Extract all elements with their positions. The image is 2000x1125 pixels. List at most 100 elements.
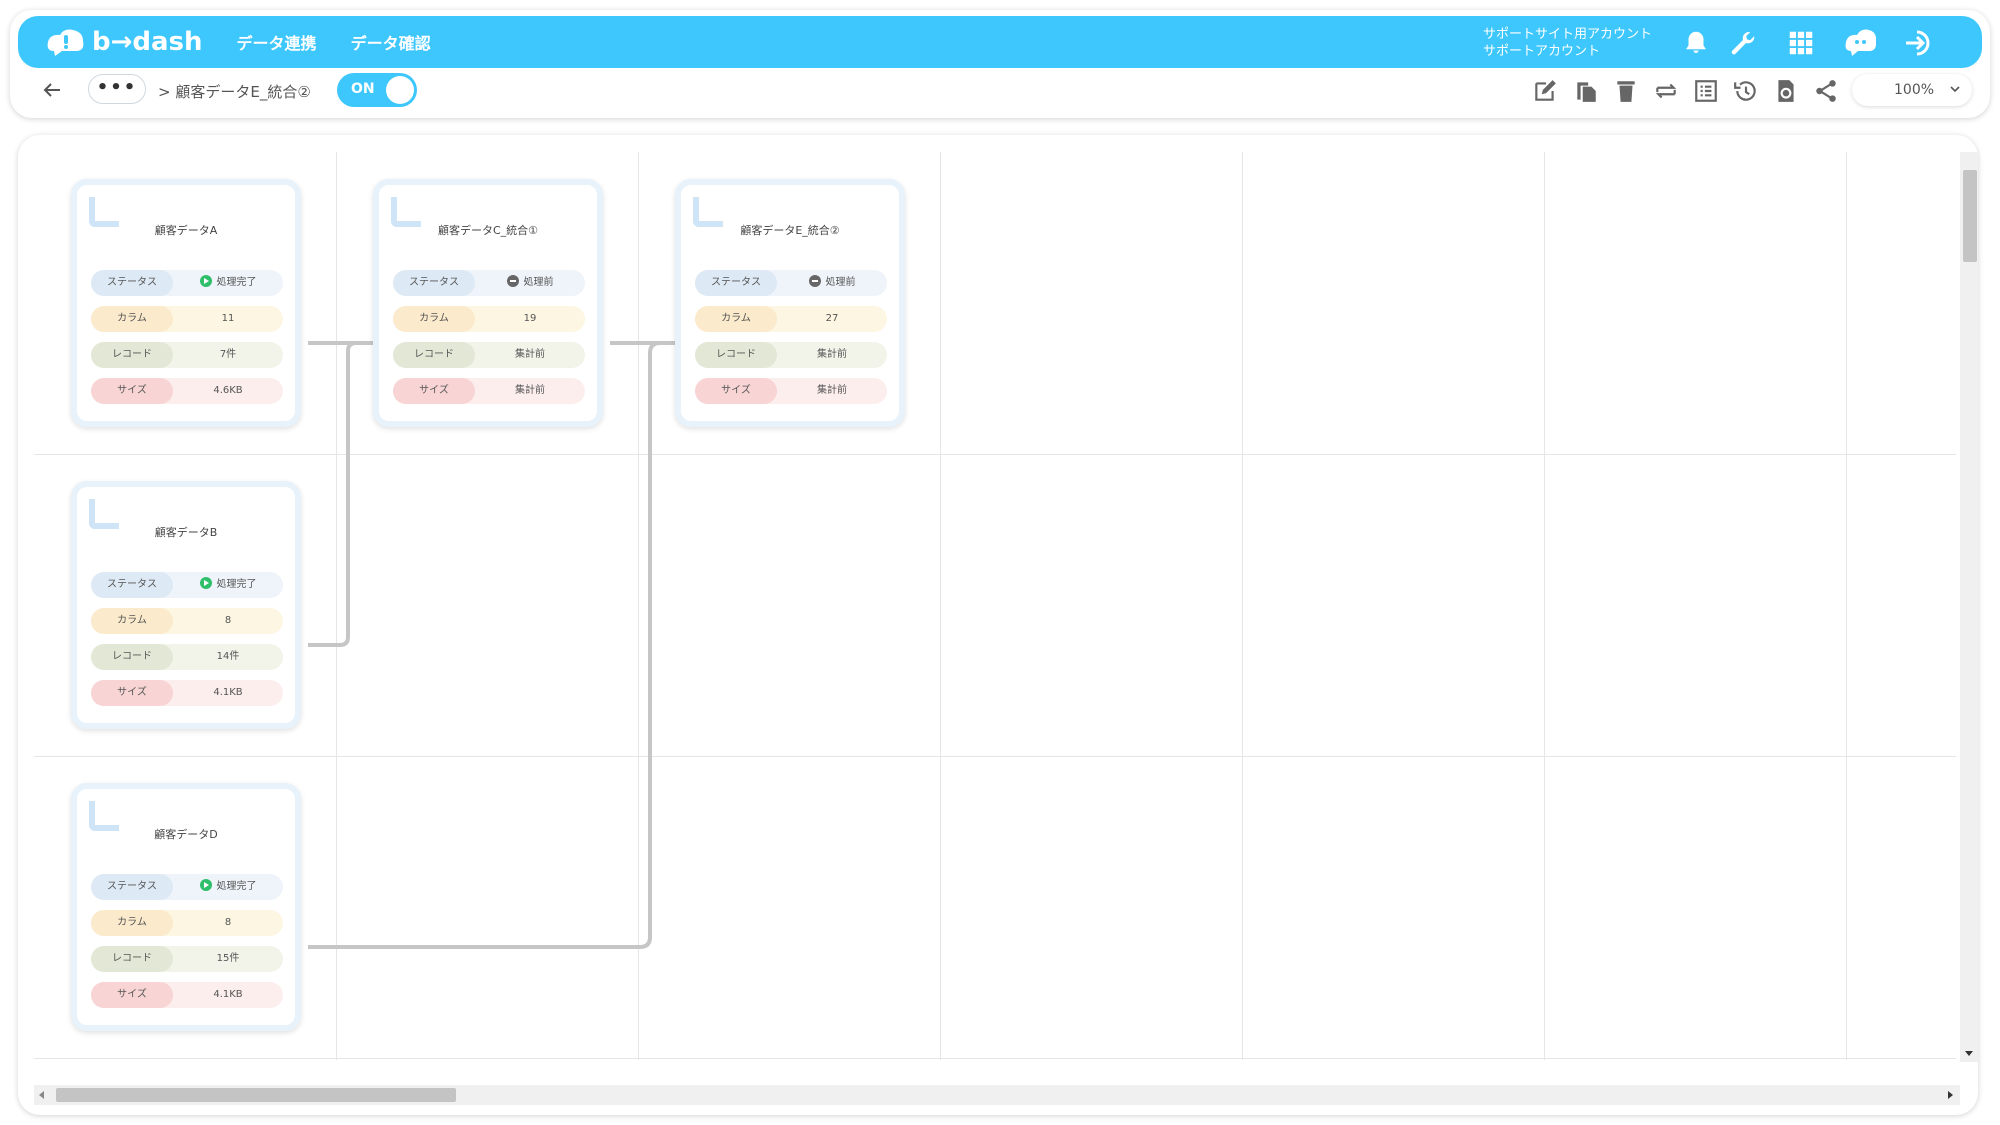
- column-value: 19: [523, 313, 537, 324]
- connector-d-to-e: [308, 341, 684, 949]
- header-bar: b→dash データ連携 データ確認 サポートサイト用アカウント サポートアカウ…: [18, 16, 1982, 68]
- history-icon[interactable]: [1733, 78, 1759, 104]
- logo-cloud-icon: [46, 27, 86, 57]
- size-label: サイズ: [393, 378, 475, 404]
- column-value: 8: [224, 917, 232, 928]
- wrench-icon[interactable]: [1728, 28, 1758, 58]
- size-value: 集計前: [817, 385, 847, 396]
- status-row: ステータス 処理前: [695, 270, 887, 296]
- horizontal-scrollbar[interactable]: [34, 1085, 1960, 1105]
- column-row: カラム 11: [91, 306, 283, 332]
- status-text: 処理前: [825, 277, 856, 288]
- size-row: サイズ 集計前: [695, 378, 887, 404]
- back-arrow-icon[interactable]: [40, 78, 64, 102]
- node-title: 顧客データB: [154, 526, 218, 539]
- status-label: ステータス: [91, 572, 173, 598]
- record-value: 7件: [219, 349, 237, 360]
- vertical-scroll-thumb[interactable]: [1963, 170, 1977, 262]
- record-label: レコード: [695, 342, 777, 368]
- chevron-down-icon: [1948, 82, 1962, 96]
- toolbar: ••• > 顧客データE_統合② ON 100%: [10, 68, 1990, 116]
- scroll-right-arrow-icon[interactable]: [1944, 1085, 1956, 1105]
- horizontal-scroll-thumb[interactable]: [56, 1088, 456, 1102]
- logout-icon[interactable]: [1903, 28, 1933, 58]
- size-row: サイズ 集計前: [393, 378, 585, 404]
- edit-icon[interactable]: [1532, 78, 1558, 104]
- more-breadcrumb-button[interactable]: •••: [88, 74, 146, 104]
- apps-grid-icon[interactable]: [1786, 28, 1816, 58]
- record-row: レコード 集計前: [393, 342, 585, 368]
- record-value: 15件: [216, 953, 240, 964]
- column-value: 11: [221, 313, 235, 324]
- status-value: 処理前: [475, 270, 585, 296]
- pending-status-icon: [506, 275, 519, 287]
- done-status-icon: [199, 577, 212, 589]
- status-label: ステータス: [91, 270, 173, 296]
- scroll-left-arrow-icon[interactable]: [36, 1085, 48, 1105]
- zoom-select[interactable]: 100%: [1852, 74, 1972, 106]
- node-title: 顧客データE_統合②: [740, 224, 840, 237]
- status-row: ステータス 処理完了: [91, 270, 283, 296]
- status-value: 処理完了: [173, 874, 283, 900]
- swap-icon[interactable]: [1653, 78, 1679, 104]
- record-label: レコード: [91, 342, 173, 368]
- top-panel: b→dash データ連携 データ確認 サポートサイト用アカウント サポートアカウ…: [10, 10, 1990, 118]
- column-label: カラム: [91, 306, 173, 332]
- status-label: ステータス: [91, 874, 173, 900]
- size-label: サイズ: [695, 378, 777, 404]
- data-node-d[interactable]: 顧客データD ステータス 処理完了 カラム 8 レコード 15件 サイズ 4.1KB: [71, 783, 301, 1031]
- status-label: ステータス: [695, 270, 777, 296]
- status-row: ステータス 処理完了: [91, 572, 283, 598]
- record-label: レコード: [91, 946, 173, 972]
- nav-data-integration[interactable]: データ連携: [237, 30, 317, 54]
- size-row: サイズ 4.1KB: [91, 680, 283, 706]
- status-text: 処理完了: [216, 579, 257, 590]
- record-row: レコード 14件: [91, 644, 283, 670]
- bell-icon[interactable]: [1681, 28, 1711, 58]
- size-label: サイズ: [91, 378, 173, 404]
- status-value: 処理前: [777, 270, 887, 296]
- chat-bubble-icon[interactable]: [1844, 28, 1876, 58]
- node-title: 顧客データA: [154, 224, 218, 237]
- status-row: ステータス 処理完了: [91, 874, 283, 900]
- node-title: 顧客データC_統合①: [437, 224, 539, 237]
- list-icon[interactable]: [1693, 78, 1719, 104]
- size-row: サイズ 4.1KB: [91, 982, 283, 1008]
- size-value: 集計前: [515, 385, 545, 396]
- status-label: ステータス: [393, 270, 475, 296]
- refresh-file-icon[interactable]: [1773, 78, 1799, 104]
- column-label: カラム: [393, 306, 475, 332]
- breadcrumb: > 顧客データE_統合②: [158, 83, 311, 101]
- scroll-down-arrow-icon[interactable]: [1960, 1048, 1978, 1060]
- data-node-b[interactable]: 顧客データB ステータス 処理完了 カラム 8 レコード 14件 サイズ 4.1KB: [71, 481, 301, 729]
- size-value: 4.1KB: [213, 687, 243, 698]
- record-label: レコード: [393, 342, 475, 368]
- status-row: ステータス 処理前: [393, 270, 585, 296]
- column-value: 27: [825, 313, 839, 324]
- record-value: 14件: [216, 651, 240, 662]
- account-info[interactable]: サポートサイト用アカウント サポートアカウント: [1483, 26, 1652, 60]
- record-row: レコード 集計前: [695, 342, 887, 368]
- connector-b-to-c: [308, 341, 382, 647]
- column-row: カラム 19: [393, 306, 585, 332]
- data-node-a[interactable]: 顧客データA ステータス 処理完了 カラム 11 レコード 7件 サイズ 4.6KB: [71, 179, 301, 427]
- logo[interactable]: b→dash: [46, 16, 203, 68]
- record-row: レコード 15件: [91, 946, 283, 972]
- column-row: カラム 8: [91, 910, 283, 936]
- delete-icon[interactable]: [1613, 78, 1639, 104]
- nav-data-check[interactable]: データ確認: [351, 30, 431, 54]
- data-node-e[interactable]: 顧客データE_統合② ステータス 処理前 カラム 27 レコード 集計前 サイズ 集計前: [675, 179, 905, 427]
- column-row: カラム 27: [695, 306, 887, 332]
- flow-canvas[interactable]: 顧客データA ステータス 処理完了 カラム 11 レコード 7件 サイズ 4.6KB 顧…: [18, 135, 1978, 1115]
- data-node-c[interactable]: 顧客データC_統合① ステータス 処理前 カラム 19 レコード 集計前 サイズ 集計前: [373, 179, 603, 427]
- on-off-toggle[interactable]: ON: [337, 73, 417, 107]
- pending-status-icon: [808, 275, 821, 287]
- status-text: 処理前: [523, 277, 554, 288]
- done-status-icon: [199, 879, 212, 891]
- size-label: サイズ: [91, 680, 173, 706]
- toggle-label: ON: [351, 81, 375, 97]
- copy-icon[interactable]: [1573, 78, 1599, 104]
- share-icon[interactable]: [1813, 78, 1839, 104]
- connectors: [308, 341, 684, 949]
- vertical-scrollbar[interactable]: [1960, 152, 1978, 1062]
